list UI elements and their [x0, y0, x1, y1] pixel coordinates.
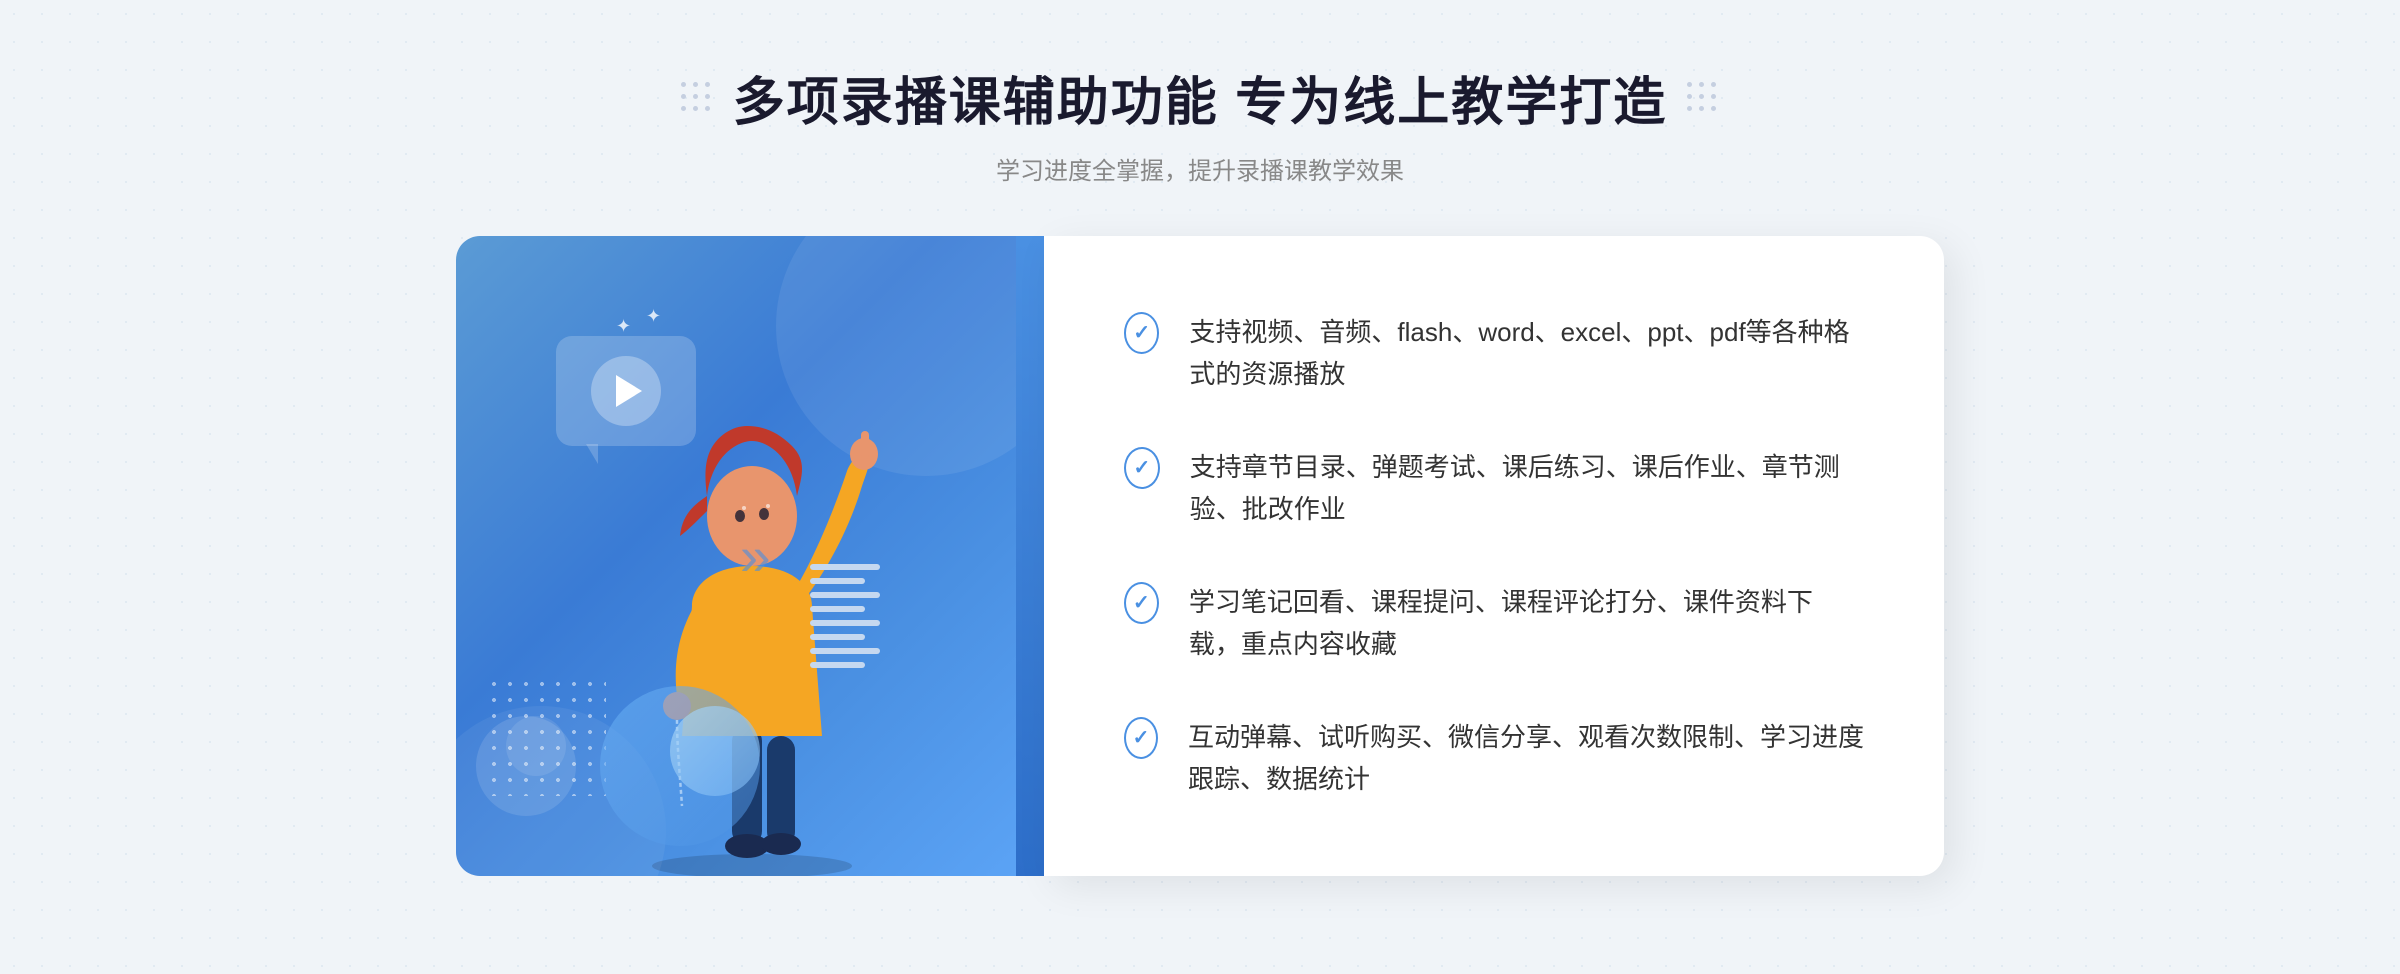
- dot: [681, 82, 686, 87]
- stripe-line: [810, 592, 880, 598]
- sparkle-icon: ✦: [646, 306, 661, 327]
- dot: [1699, 94, 1704, 99]
- feature-text: 学习笔记回看、课程提问、课程评论打分、课件资料下载，重点内容收藏: [1189, 582, 1864, 665]
- dot: [705, 94, 710, 99]
- dot: [705, 82, 710, 87]
- dots-right: [1687, 82, 1719, 114]
- sparkle-icon: ✦: [616, 316, 631, 337]
- features-card: 支持视频、音频、flash、word、excel、ppt、pdf等各种格式的资源…: [1044, 236, 1944, 876]
- feature-item: 互动弹幕、试听购买、微信分享、观看次数限制、学习进度跟踪、数据统计: [1124, 717, 1864, 800]
- check-icon: [1124, 447, 1160, 489]
- dot: [693, 94, 698, 99]
- dot: [1699, 82, 1704, 87]
- dot: [1699, 106, 1704, 111]
- feature-text: 互动弹幕、试听购买、微信分享、观看次数限制、学习进度跟踪、数据统计: [1188, 717, 1864, 800]
- dot: [681, 106, 686, 111]
- stripe-line: [810, 564, 880, 570]
- page-title: 多项录播课辅助功能 专为线上教学打造: [733, 60, 1667, 135]
- dots-left: [681, 82, 713, 114]
- stripe-line: [810, 606, 865, 612]
- dot: [1687, 106, 1692, 111]
- dot: [693, 82, 698, 87]
- left-circle-light: [670, 706, 760, 796]
- dot: [705, 106, 710, 111]
- feature-item: 支持章节目录、弹题考试、课后练习、课后作业、章节测验、批改作业: [1124, 447, 1864, 530]
- dot: [1711, 106, 1716, 111]
- stripe-line: [810, 648, 880, 654]
- dot: [1711, 94, 1716, 99]
- page-container: 多项录播课辅助功能 专为线上教学打造 学习进度全掌握，提升录播课教学效果 »: [0, 0, 2400, 974]
- page-subtitle: 学习进度全掌握，提升录播课教学效果: [681, 151, 1719, 186]
- check-icon: [1124, 717, 1158, 759]
- dot: [681, 94, 686, 99]
- stripe-decoration: [810, 564, 880, 676]
- content-section: »: [400, 236, 2000, 876]
- feature-item: 学习笔记回看、课程提问、课程评论打分、课件资料下载，重点内容收藏: [1124, 582, 1864, 665]
- check-icon: [1124, 312, 1159, 354]
- header-decoration: 多项录播课辅助功能 专为线上教学打造: [681, 60, 1719, 135]
- dot: [1687, 94, 1692, 99]
- stripe-line: [810, 620, 880, 626]
- dot: [693, 106, 698, 111]
- feature-item: 支持视频、音频、flash、word、excel、ppt、pdf等各种格式的资源…: [1124, 312, 1864, 395]
- left-chevron-deco: »: [740, 524, 771, 588]
- dots-grid: [486, 676, 606, 796]
- header-section: 多项录播课辅助功能 专为线上教学打造 学习进度全掌握，提升录播课教学效果: [681, 60, 1719, 186]
- deco-circle: [506, 716, 566, 776]
- dot: [1711, 82, 1716, 87]
- stripe-line: [810, 662, 865, 668]
- check-icon: [1124, 582, 1159, 624]
- feature-text: 支持视频、音频、flash、word、excel、ppt、pdf等各种格式的资源…: [1189, 312, 1864, 395]
- dot: [1687, 82, 1692, 87]
- blue-strip: [1016, 236, 1044, 876]
- stripe-line: [810, 634, 865, 640]
- deco-circle: [476, 716, 576, 816]
- stripe-line: [810, 578, 865, 584]
- feature-text: 支持章节目录、弹题考试、课后练习、课后作业、章节测验、批改作业: [1190, 447, 1864, 530]
